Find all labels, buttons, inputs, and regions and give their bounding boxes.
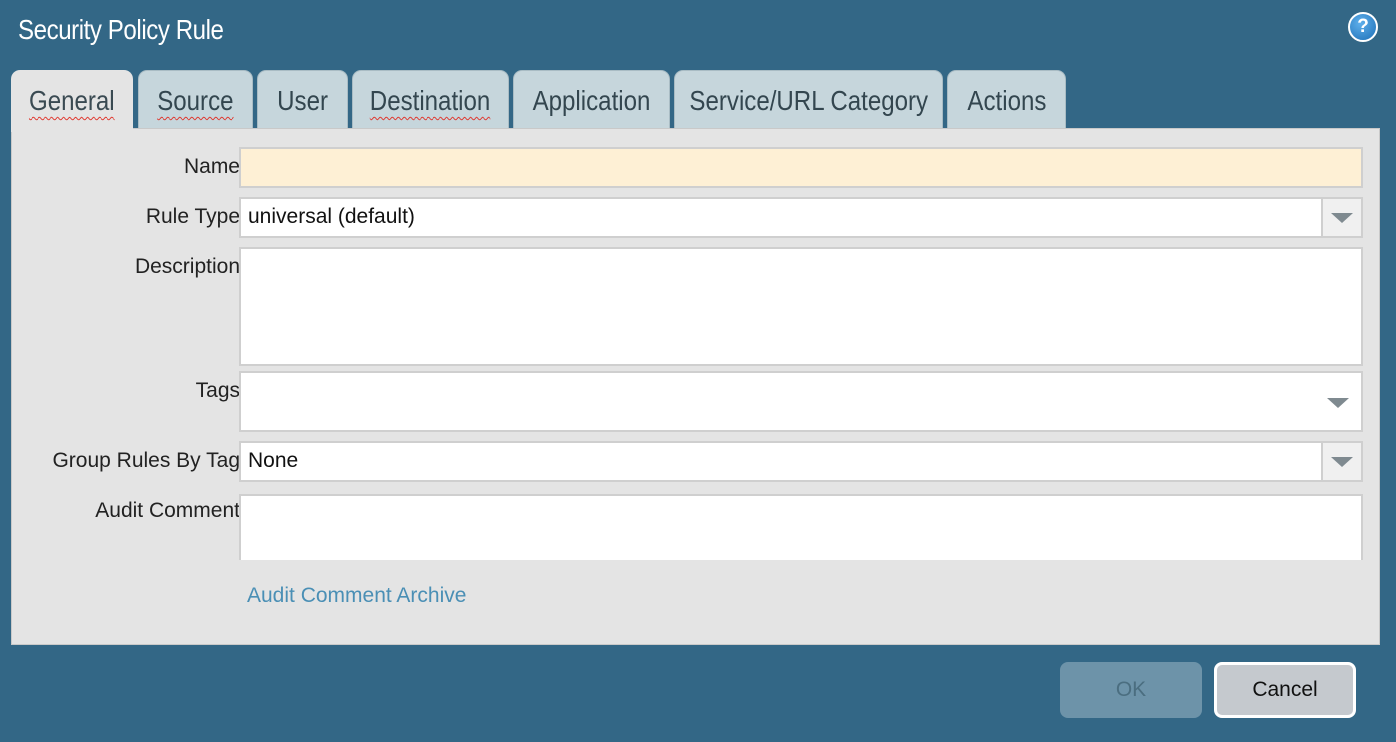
cancel-button[interactable]: Cancel xyxy=(1214,662,1356,718)
rule-type-value: universal (default) xyxy=(248,205,415,228)
ok-button[interactable]: OK xyxy=(1060,662,1202,718)
help-icon[interactable]: ? xyxy=(1348,12,1378,42)
audit-comment-label: Audit Comment xyxy=(95,499,240,522)
dialog-title: Security Policy Rule xyxy=(18,14,224,45)
chevron-down-icon[interactable] xyxy=(1327,398,1349,408)
tab-label: Source xyxy=(157,85,234,116)
group-rules-by-tag-value: None xyxy=(248,449,299,472)
description-label: Description xyxy=(134,255,240,278)
tab-label: User xyxy=(277,85,328,116)
rule-type-dropdown-button[interactable] xyxy=(1321,199,1361,236)
tab-label: Actions xyxy=(967,85,1046,116)
name-label: Name xyxy=(183,155,240,178)
chevron-down-icon xyxy=(1331,212,1353,223)
tab-application[interactable]: Application xyxy=(513,70,670,130)
chevron-down-icon xyxy=(1331,456,1353,467)
group-rules-by-tag-select[interactable]: None xyxy=(239,441,1363,482)
description-textarea[interactable] xyxy=(239,247,1363,366)
audit-comment-archive-link[interactable]: Audit Comment Archive xyxy=(247,584,466,608)
tab-label: General xyxy=(29,85,115,116)
general-panel: Name Rule Type universal (default) Descr… xyxy=(11,128,1380,645)
rule-type-select[interactable]: universal (default) xyxy=(239,197,1363,238)
group-rules-dropdown-button[interactable] xyxy=(1321,443,1361,480)
tab-destination[interactable]: Destination xyxy=(352,70,509,130)
tags-label: Tags xyxy=(195,379,240,402)
tab-source[interactable]: Source xyxy=(138,70,253,130)
tab-label: Service/URL Category xyxy=(689,85,928,116)
tab-general[interactable]: General xyxy=(11,70,133,132)
tab-service-url-category[interactable]: Service/URL Category xyxy=(674,70,943,130)
name-input[interactable] xyxy=(239,147,1363,188)
rule-type-label: Rule Type xyxy=(145,205,240,228)
tags-input[interactable] xyxy=(239,371,1363,432)
audit-comment-textarea[interactable] xyxy=(239,494,1363,560)
tab-user[interactable]: User xyxy=(257,70,348,130)
tab-actions[interactable]: Actions xyxy=(947,70,1066,130)
tab-label: Destination xyxy=(370,85,491,116)
tab-label: Application xyxy=(532,85,651,116)
group-rules-by-tag-label: Group Rules By Tag xyxy=(52,449,240,472)
